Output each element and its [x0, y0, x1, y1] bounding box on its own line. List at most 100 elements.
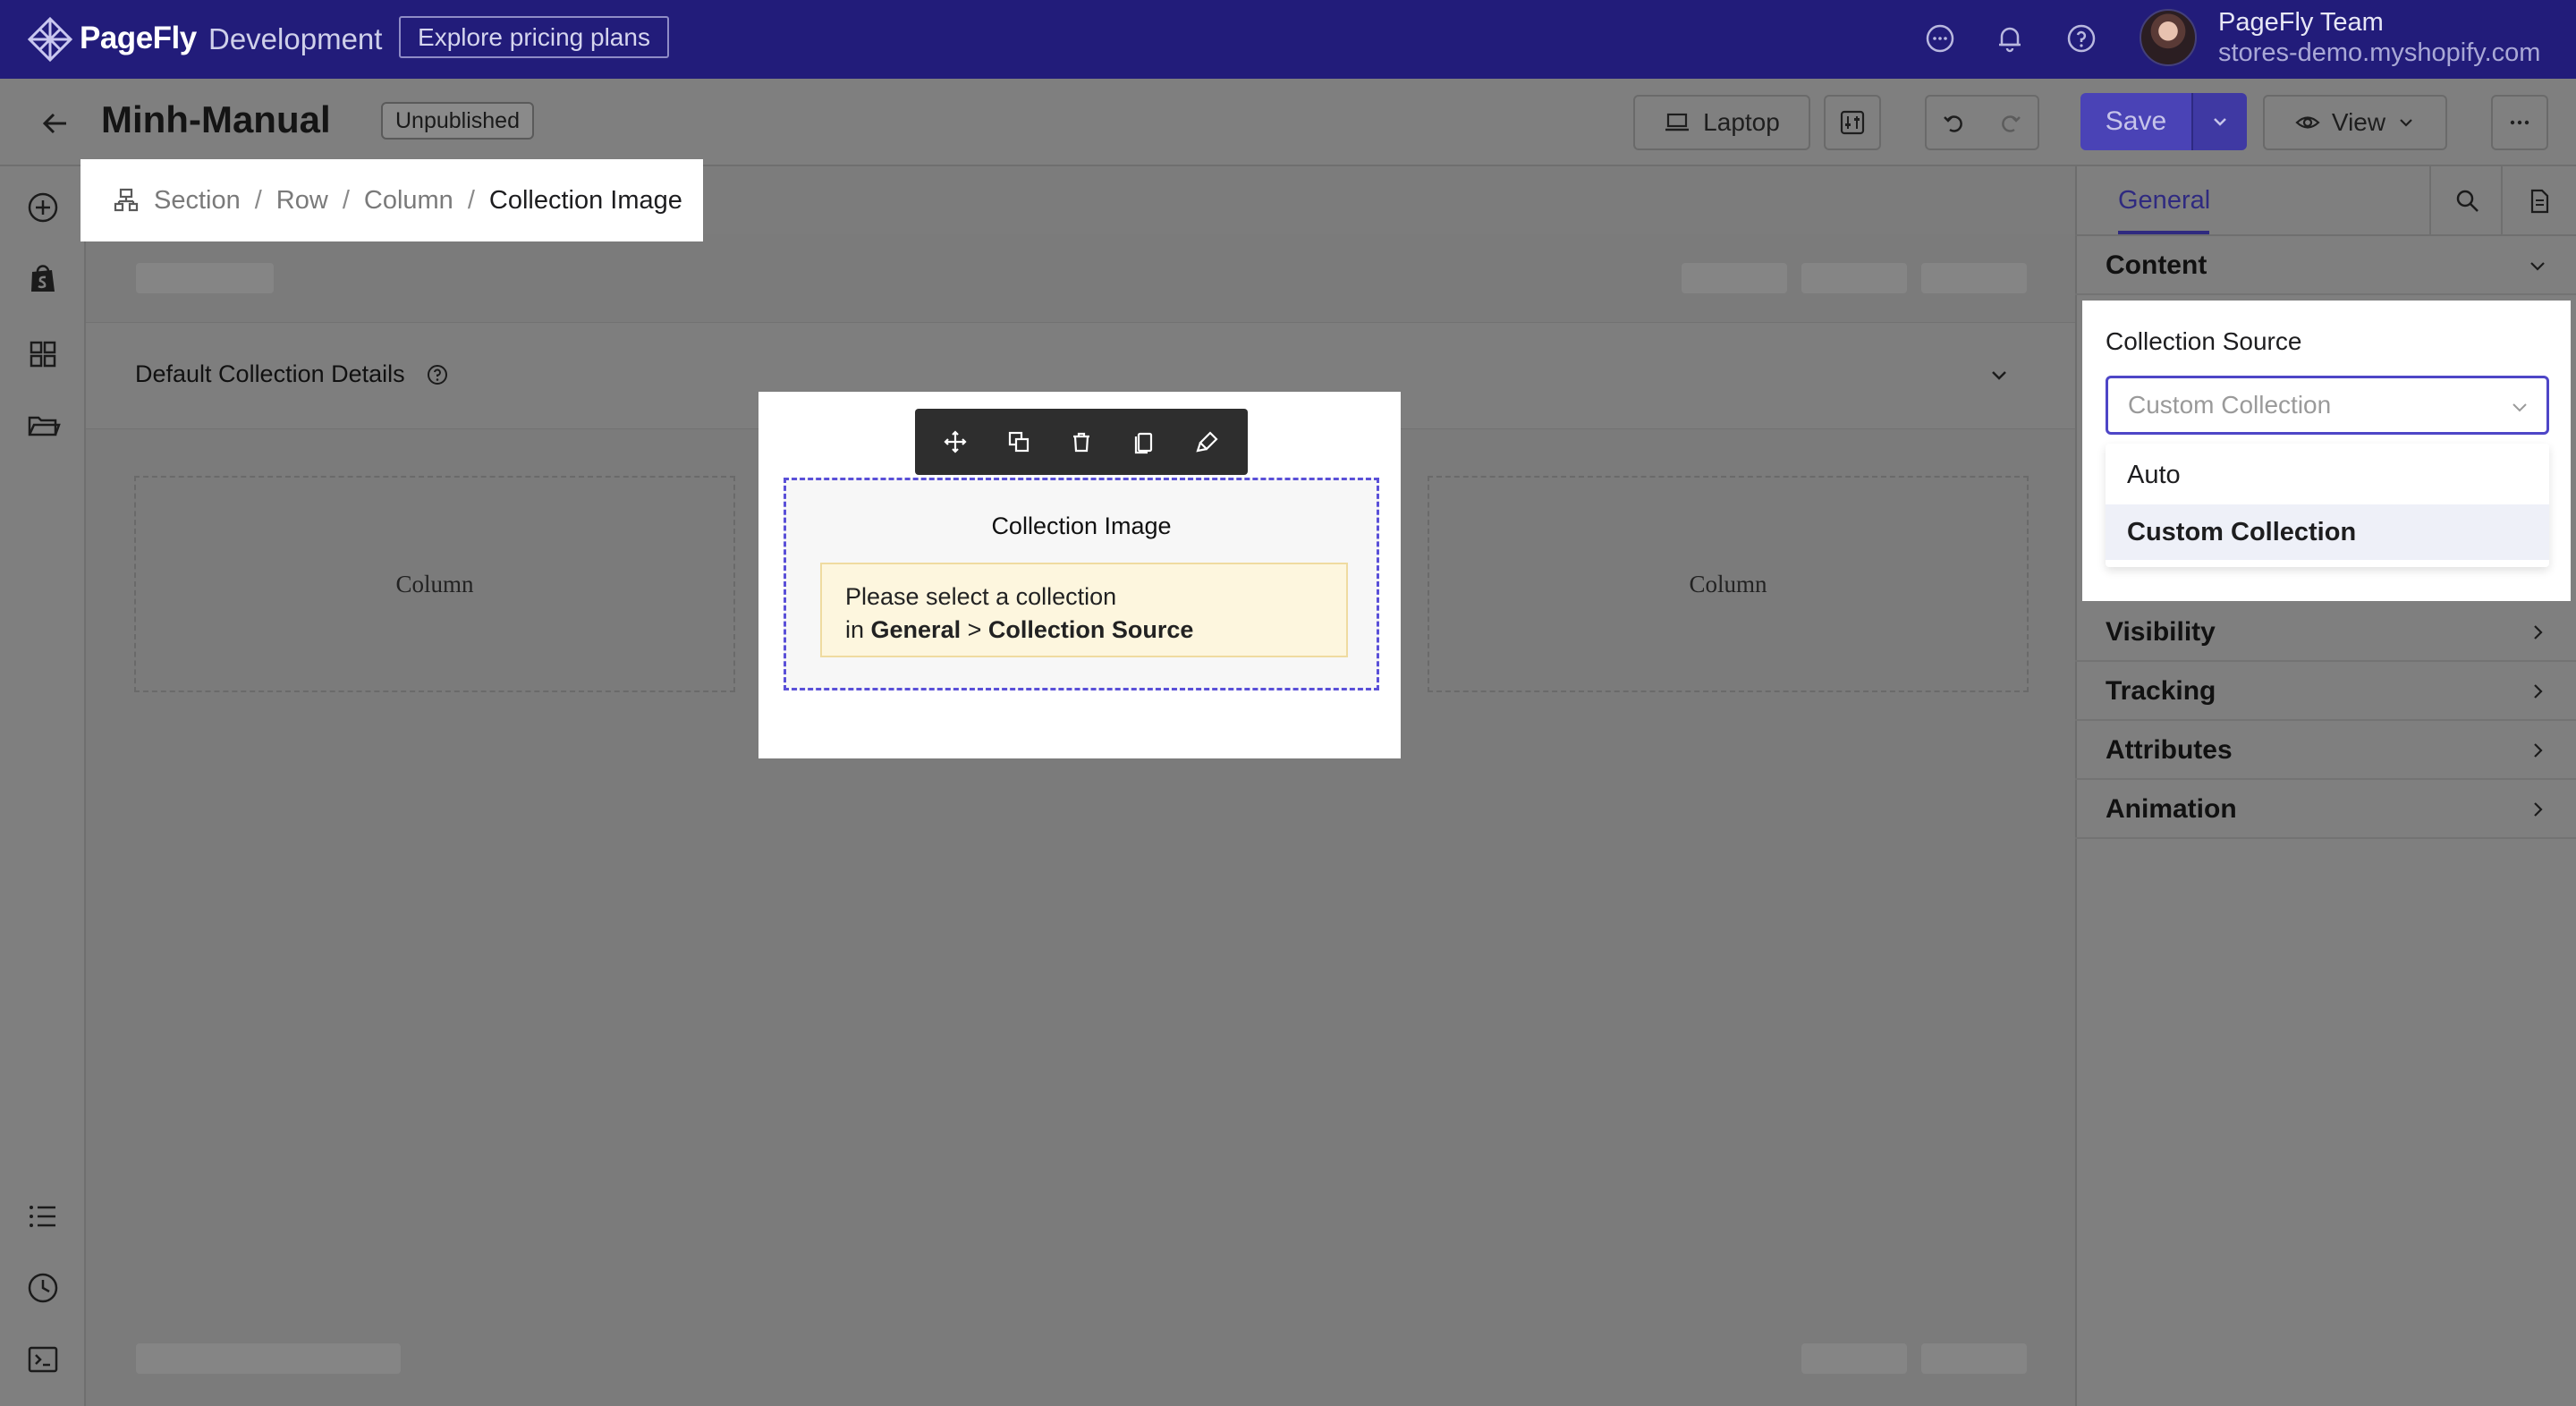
move-icon [944, 430, 967, 453]
collection-source-label: Collection Source [2106, 327, 2302, 355]
chevron-right-icon [2534, 684, 2543, 699]
brand-name[interactable]: PageFly [80, 21, 197, 56]
chevron-down-icon[interactable] [1986, 361, 2012, 388]
move-button[interactable] [937, 424, 973, 460]
device-label: Laptop [1703, 108, 1780, 136]
bell-icon[interactable] [1993, 21, 2027, 55]
folder-icon[interactable] [25, 408, 61, 444]
attributes-section-header[interactable]: Attributes [2075, 721, 2576, 780]
animation-section-header[interactable]: Animation [2075, 780, 2576, 839]
skeleton-placeholder [1801, 1343, 1907, 1374]
device-switcher-button[interactable]: Laptop [1633, 95, 1810, 150]
tracking-section-header[interactable]: Tracking [2075, 662, 2576, 721]
undo-icon[interactable] [1941, 109, 1968, 136]
copy-button[interactable] [1126, 424, 1162, 460]
settings-sliders-button[interactable] [1824, 95, 1881, 150]
pagefly-logo-icon[interactable] [27, 16, 73, 63]
shopify-bag-icon[interactable] [25, 261, 61, 297]
store-domain[interactable]: stores-demo.myshopify.com [2218, 38, 2540, 68]
breadcrumb-column[interactable]: Column [364, 186, 453, 216]
explore-pricing-button[interactable]: Explore pricing plans [399, 16, 669, 58]
list-icon[interactable] [25, 1198, 61, 1234]
avatar[interactable] [2140, 9, 2197, 66]
option-custom-collection[interactable]: Custom Collection [2106, 504, 2549, 560]
content-section-header[interactable]: Content [2075, 236, 2576, 295]
skeleton-placeholder [136, 1343, 401, 1374]
save-options-button[interactable] [2191, 93, 2247, 150]
eye-icon [2295, 116, 2320, 129]
status-badge: Unpublished [381, 102, 534, 140]
chevron-down-icon [2400, 119, 2412, 127]
chevron-right-icon [2534, 743, 2543, 758]
notice-general: General [870, 616, 962, 643]
notice-line-1: Please select a collection [845, 583, 1117, 610]
skeleton-placeholder [1682, 263, 1787, 293]
breadcrumb-separator: / [254, 185, 262, 215]
warning-notice: Please select a collection in General > … [820, 563, 1348, 657]
breadcrumb-current: Collection Image [488, 185, 682, 215]
terminal-icon[interactable] [25, 1342, 61, 1377]
collection-source-dropdown: Auto Custom Collection [2106, 444, 2549, 567]
breadcrumb-separator: / [467, 185, 475, 215]
sliders-icon [1840, 110, 1865, 135]
style-painter-button[interactable] [1190, 424, 1225, 460]
duplicate-icon [1008, 431, 1029, 453]
back-arrow-icon[interactable] [36, 104, 75, 143]
page-settings-button[interactable] [2501, 166, 2576, 236]
breadcrumb-row[interactable]: Row [276, 186, 328, 216]
section-title-visibility: Visibility [2106, 617, 2216, 647]
history-controls [1925, 95, 2039, 150]
tab-general[interactable]: General [2118, 186, 2210, 216]
save-button[interactable]: Save [2080, 93, 2191, 150]
top-navigation-bar: PageFly Development Explore pricing plan… [0, 0, 2576, 79]
section-label: Default Collection Details [135, 360, 405, 387]
breadcrumb-separator: / [342, 185, 350, 215]
collection-source-select[interactable]: Custom Collection [2106, 376, 2549, 435]
notice-prefix: in [845, 616, 865, 643]
chevron-down-icon [2512, 403, 2527, 412]
select-value: Custom Collection [2128, 391, 2332, 419]
clock-icon[interactable] [25, 1270, 61, 1306]
chevron-right-icon [2534, 802, 2543, 817]
more-options-button[interactable] [2491, 95, 2548, 150]
chevron-right-icon [2534, 625, 2543, 639]
duplicate-button[interactable] [1001, 424, 1037, 460]
trash-icon [1072, 432, 1089, 453]
column-placeholder[interactable]: Column [1428, 476, 2029, 692]
chat-icon[interactable] [1923, 21, 1957, 55]
chevron-down-icon [2530, 262, 2545, 271]
view-label: View [2331, 108, 2386, 136]
left-sidebar [0, 166, 86, 1406]
page-title[interactable]: Minh-Manual [101, 98, 331, 141]
chevron-down-icon [2214, 118, 2226, 126]
visibility-section-header[interactable]: Visibility [2075, 603, 2576, 662]
notice-line-2: in General > Collection Source [845, 614, 1323, 647]
help-icon[interactable] [2064, 21, 2098, 55]
grid-icon[interactable] [25, 336, 61, 372]
search-icon [2456, 190, 2479, 212]
skeleton-placeholder [136, 263, 274, 293]
redo-icon[interactable] [1996, 109, 2023, 136]
delete-button[interactable] [1063, 424, 1099, 460]
editor-header: Minh-Manual Unpublished Laptop Save View [0, 79, 2576, 166]
skeleton-placeholder [1801, 263, 1907, 293]
question-circle-icon[interactable] [426, 363, 449, 386]
breadcrumb-section[interactable]: Section [154, 186, 241, 216]
collection-image-element[interactable]: Collection Image Please select a collect… [784, 478, 1379, 690]
section-title-content: Content [2106, 250, 2207, 280]
breadcrumb: Section / Row / Column / Collection Imag… [80, 159, 703, 241]
section-title-tracking: Tracking [2106, 676, 2216, 706]
skeleton-placeholder [1921, 263, 2027, 293]
search-button[interactable] [2429, 166, 2504, 236]
save-button-group: Save [2080, 93, 2247, 150]
team-name[interactable]: PageFly Team [2218, 8, 2384, 38]
collection-source-panel: Collection Source Custom Collection Auto… [2082, 301, 2571, 601]
active-tab-indicator [2118, 231, 2209, 234]
view-button[interactable]: View [2263, 95, 2447, 150]
paint-icon [1196, 431, 1218, 453]
environment-label: Development [208, 22, 383, 55]
option-auto[interactable]: Auto [2106, 447, 2549, 503]
column-placeholder[interactable]: Column [134, 476, 735, 692]
panel-tabs: General [2075, 166, 2576, 236]
plus-circle-icon[interactable] [25, 190, 61, 225]
